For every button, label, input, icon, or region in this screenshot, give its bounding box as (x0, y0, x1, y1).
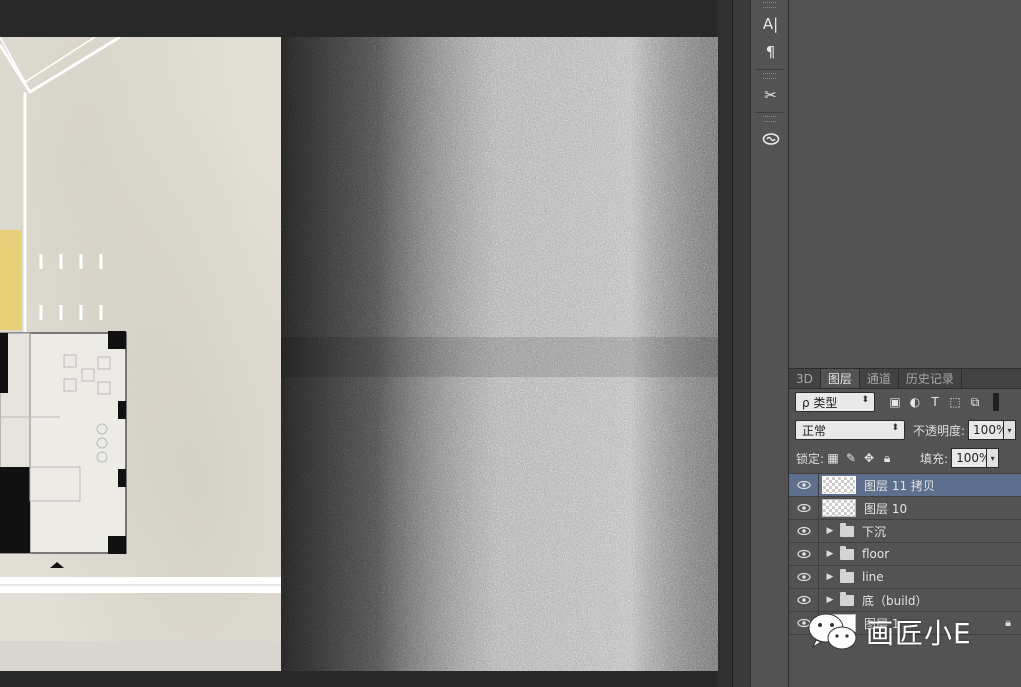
filter-kind-select[interactable]: ρ 类型 ⬍ (795, 392, 875, 412)
upper-panel-area (789, 0, 1021, 369)
layer-thumbnail (822, 499, 856, 517)
eye-icon[interactable] (789, 497, 819, 519)
eye-icon[interactable] (789, 474, 819, 496)
floor-plan-drawing (0, 37, 281, 671)
expand-triangle-icon[interactable]: ▶ (823, 595, 837, 605)
tool-presets-icon[interactable]: ✂ (751, 81, 790, 109)
panel-tabs: 3D 图层 通道 历史记录 (789, 369, 1021, 389)
folder-icon (840, 591, 854, 606)
chevron-updown-icon: ⬍ (861, 395, 869, 405)
lock-transparent-pixels-icon[interactable]: ▦ (824, 449, 842, 467)
shape-filter-icon[interactable]: ⬚ (945, 393, 965, 411)
layer-row[interactable]: 图层 11 拷贝 (789, 474, 1021, 497)
expand-triangle-icon[interactable]: ▶ (823, 572, 837, 582)
fill-input[interactable]: 100% (951, 448, 990, 468)
lock-label: 锁定: (796, 451, 825, 466)
dock-grip[interactable] (763, 2, 776, 8)
tab-layers[interactable]: 图层 (820, 369, 860, 388)
tab-3d[interactable]: 3D (789, 369, 821, 388)
opacity-dropdown-icon[interactable]: ▾ (1004, 420, 1017, 440)
adjustment-filter-icon[interactable]: ◐ (905, 393, 925, 411)
folder-icon (840, 545, 854, 560)
layer-group-row[interactable]: ▶ 下沉 (789, 520, 1021, 543)
filter-toggle[interactable] (993, 393, 999, 411)
dock-separator (755, 69, 784, 70)
fill-dropdown-icon[interactable]: ▾ (987, 448, 1000, 468)
lock-position-icon[interactable]: ✥ (860, 449, 878, 467)
grunge-texture-layer (281, 37, 718, 671)
blend-row: 正常 ⬍ 不透明度: 100% ▾ (789, 419, 1021, 441)
grunge-texture-image (281, 37, 718, 671)
canvas-area[interactable] (0, 0, 732, 687)
eye-glyph (796, 572, 811, 582)
folder-icon (840, 522, 854, 537)
eye-glyph (796, 595, 811, 605)
tab-history[interactable]: 历史记录 (899, 369, 962, 388)
eye-glyph (796, 480, 811, 490)
eye-icon[interactable] (789, 520, 819, 542)
group-name: line (862, 570, 884, 584)
fill-label: 填充: (920, 451, 949, 466)
canvas-gutter (718, 0, 732, 687)
image-filter-icon[interactable]: ▣ (885, 393, 905, 411)
tab-channels[interactable]: 通道 (860, 369, 899, 388)
expand-triangle-icon[interactable]: ▶ (823, 549, 837, 559)
layer-row[interactable]: 图层 10 (789, 497, 1021, 520)
expand-triangle-icon[interactable]: ▶ (823, 526, 837, 536)
panel-divider[interactable] (732, 0, 750, 687)
blend-mode-select[interactable]: 正常 ⬍ (795, 420, 905, 440)
opacity-input[interactable]: 100% (968, 420, 1007, 440)
creative-cloud-icon[interactable] (751, 124, 790, 152)
eye-icon[interactable] (789, 566, 819, 588)
opacity-label: 不透明度: (913, 423, 966, 438)
wechat-logo-icon (808, 613, 857, 650)
paragraph-icon[interactable]: ¶ (751, 38, 790, 66)
lock-row: 锁定: ▦ ✎ ✥ 🔒︎ 填充: 100% ▾ (789, 447, 1021, 469)
eye-icon[interactable] (789, 543, 819, 565)
smart-object-filter-icon[interactable]: ⧉ (965, 393, 985, 411)
watermark: 画匠小E (806, 606, 1006, 658)
folder-icon (840, 568, 854, 583)
panel-dock-strip: A| ¶ ✂ (750, 0, 789, 687)
filter-row: ρ 类型 ⬍ ▣ ◐ T ⬚ ⧉ (789, 391, 1021, 413)
blend-mode-value: 正常 (802, 423, 827, 438)
document-canvas[interactable] (0, 37, 718, 671)
group-name: 下沉 (862, 524, 887, 539)
layer-thumbnail (822, 476, 856, 494)
eye-glyph (796, 503, 811, 513)
type-filter-icon[interactable]: T (925, 393, 945, 411)
lock-all-icon[interactable]: 🔒︎ (878, 449, 896, 467)
group-name: floor (862, 547, 890, 561)
layer-group-row[interactable]: ▶ floor (789, 543, 1021, 566)
lock-image-pixels-icon[interactable]: ✎ (842, 449, 860, 467)
layer-group-row[interactable]: ▶ line (789, 566, 1021, 589)
dock-grip[interactable] (763, 116, 776, 122)
dock-separator (755, 112, 784, 113)
layer-name: 图层 11 拷贝 (864, 478, 935, 493)
dock-grip[interactable] (763, 73, 776, 79)
character-icon[interactable]: A| (751, 10, 790, 38)
eye-glyph (796, 549, 811, 559)
floor-plan-image (0, 37, 281, 671)
chevron-updown-icon: ⬍ (891, 423, 899, 433)
creative-cloud-glyph (762, 133, 779, 145)
filter-kind-label: ρ 类型 (802, 395, 838, 410)
watermark-text: 画匠小E (866, 617, 972, 650)
eye-glyph (796, 526, 811, 536)
lock-icon: 🔒︎ (1005, 616, 1011, 629)
layer-name: 图层 10 (864, 501, 908, 516)
